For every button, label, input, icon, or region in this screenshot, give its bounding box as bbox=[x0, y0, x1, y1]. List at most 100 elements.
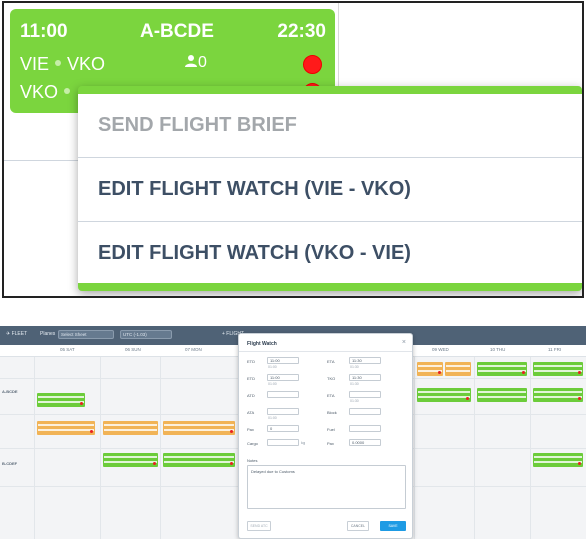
field-label: Fuel bbox=[327, 427, 335, 432]
menu-item-edit-flight-watch-return[interactable]: EDIT FLIGHT WATCH (VKO - VIE) bbox=[78, 222, 582, 285]
field-unit: kg bbox=[301, 440, 306, 445]
route-separator-dot bbox=[64, 88, 71, 95]
field-row: Fuel bbox=[327, 425, 407, 439]
eta-onblock-input[interactable] bbox=[349, 391, 381, 398]
field-label: Pax bbox=[327, 441, 334, 446]
day-header: 11 FRI bbox=[548, 347, 562, 352]
field-row: Pax 0 bbox=[247, 425, 327, 439]
field-label: ETD bbox=[247, 359, 255, 364]
route-separator-dot bbox=[55, 60, 62, 67]
leg-route: VKO bbox=[20, 82, 76, 103]
page: 11:00 A-BCDE 22:30 VIE VKO 0 VKO SEND FLI… bbox=[0, 0, 586, 539]
day-header: 05 SAT bbox=[60, 347, 75, 352]
dialog-divider bbox=[239, 351, 412, 352]
cargo-input[interactable] bbox=[267, 439, 299, 446]
schedule-detail-view: 11:00 A-BCDE 22:30 VIE VKO 0 VKO SEND FLI… bbox=[2, 1, 584, 298]
field-row: ETD 11:00 01:00 bbox=[247, 357, 327, 371]
field-row: ATA 01:00 bbox=[247, 408, 327, 422]
send-atc-button[interactable]: SEND ATC bbox=[247, 521, 271, 531]
view-label: Planes bbox=[40, 331, 56, 337]
field-row: TKO 11:30 01:30 bbox=[327, 374, 407, 388]
notes-label: Notes bbox=[247, 458, 258, 463]
notes-textarea[interactable]: Delayed due to Customs bbox=[247, 465, 406, 509]
flight-start-time: 11:00 bbox=[20, 21, 68, 42]
flight-tile[interactable] bbox=[477, 388, 527, 402]
field-row: ETD 11:00 01:00 bbox=[247, 374, 327, 388]
field-row: Block bbox=[327, 408, 407, 422]
pax-input[interactable]: 0 bbox=[267, 425, 299, 432]
menu-item-edit-flight-watch-outbound[interactable]: EDIT FLIGHT WATCH (VIE - VKO) bbox=[78, 158, 582, 221]
field-row: Cargo kg bbox=[247, 439, 327, 453]
flight-tile[interactable] bbox=[103, 421, 158, 435]
timezone-select[interactable]: UTC (-1.03) bbox=[120, 330, 172, 339]
flight-tile[interactable] bbox=[533, 388, 583, 402]
field-label: Pax bbox=[247, 427, 254, 432]
leg-route: VIE VKO bbox=[20, 54, 105, 75]
field-row: ETA 11:30 01:30 bbox=[327, 357, 407, 371]
flight-card-header: 11:00 A-BCDE 22:30 bbox=[20, 21, 326, 45]
field-label: Block bbox=[327, 410, 337, 415]
block-input[interactable] bbox=[349, 408, 381, 415]
leg-destination: VKO bbox=[67, 54, 106, 74]
flight-watch-dialog: Flight Watch × ETD 11:00 01:00 ETD 11:00… bbox=[238, 333, 413, 539]
day-header: 09 WED bbox=[432, 347, 449, 352]
field-label: TKO bbox=[327, 376, 336, 381]
pax-weight-input[interactable]: 0.0000 bbox=[349, 439, 381, 446]
view-select[interactable]: Select Sheet bbox=[58, 330, 114, 339]
pax-count: 0 bbox=[184, 54, 207, 72]
menu-item-send-flight-brief[interactable]: SEND FLIGHT BRIEF bbox=[78, 94, 582, 157]
flight-tile[interactable] bbox=[417, 362, 443, 376]
flight-tile[interactable] bbox=[37, 393, 85, 407]
field-label: ETA bbox=[327, 393, 335, 398]
passenger-icon bbox=[185, 54, 197, 67]
field-label: ATD bbox=[247, 393, 255, 398]
field-row: ATD bbox=[247, 391, 327, 405]
cancel-button[interactable]: CANCEL bbox=[347, 521, 369, 531]
field-label: ETA bbox=[327, 359, 335, 364]
leg-origin: VIE bbox=[20, 54, 50, 74]
field-subtext: 01:00 bbox=[268, 365, 277, 369]
close-icon[interactable]: × bbox=[402, 339, 406, 346]
leg-origin: VKO bbox=[20, 82, 59, 102]
dialog-title: Flight Watch bbox=[247, 341, 277, 347]
etd-input[interactable]: 11:00 bbox=[267, 357, 299, 364]
field-subtext: 01:30 bbox=[350, 399, 359, 403]
aircraft-row-label: B-CDEF bbox=[2, 461, 18, 466]
save-button[interactable]: SAVE bbox=[380, 521, 406, 531]
leg-status-indicator bbox=[303, 55, 322, 74]
tko-input[interactable]: 11:30 bbox=[349, 374, 381, 381]
flight-tile[interactable] bbox=[163, 421, 235, 435]
flight-tile[interactable] bbox=[417, 388, 471, 402]
field-row: ETA 01:30 bbox=[327, 391, 407, 405]
flight-tile[interactable] bbox=[445, 362, 471, 376]
flight-context-menu: SEND FLIGHT BRIEF EDIT FLIGHT WATCH (VIE… bbox=[78, 86, 582, 291]
field-subtext: 01:00 bbox=[268, 416, 277, 420]
day-header: 06 SUN bbox=[125, 347, 141, 352]
aircraft-row-label: A-BCDE bbox=[2, 389, 18, 394]
field-label: ETD bbox=[247, 376, 255, 381]
field-subtext: 01:30 bbox=[350, 382, 359, 386]
flight-tile[interactable] bbox=[533, 453, 583, 467]
aircraft-registration: A-BCDE bbox=[140, 21, 214, 42]
pax-count-value: 0 bbox=[198, 54, 207, 71]
flight-end-time: 22:30 bbox=[277, 21, 326, 42]
schedule-overview: ✈ FLEET Planes Select Sheet UTC (-1.03) … bbox=[0, 326, 586, 539]
fleet-nav-button[interactable]: ✈ FLEET bbox=[6, 331, 27, 337]
flight-tile[interactable] bbox=[163, 453, 235, 467]
fuel-input[interactable] bbox=[349, 425, 381, 432]
flight-tile[interactable] bbox=[477, 362, 527, 376]
etd-offblock-input[interactable]: 11:00 bbox=[267, 374, 299, 381]
flight-tile[interactable] bbox=[103, 453, 158, 467]
eta-input[interactable]: 11:30 bbox=[349, 357, 381, 364]
atd-input[interactable] bbox=[267, 391, 299, 398]
day-header: 10 THU bbox=[490, 347, 506, 352]
field-label: ATA bbox=[247, 410, 255, 415]
day-header: 07 MON bbox=[185, 347, 202, 352]
field-label: Cargo bbox=[247, 441, 258, 446]
flight-tile[interactable] bbox=[533, 362, 583, 376]
ata-input[interactable] bbox=[267, 408, 299, 415]
field-subtext: 01:30 bbox=[350, 365, 359, 369]
flight-leg[interactable]: VIE VKO 0 bbox=[20, 54, 326, 78]
field-subtext: 01:00 bbox=[268, 382, 277, 386]
flight-tile[interactable] bbox=[37, 421, 95, 435]
